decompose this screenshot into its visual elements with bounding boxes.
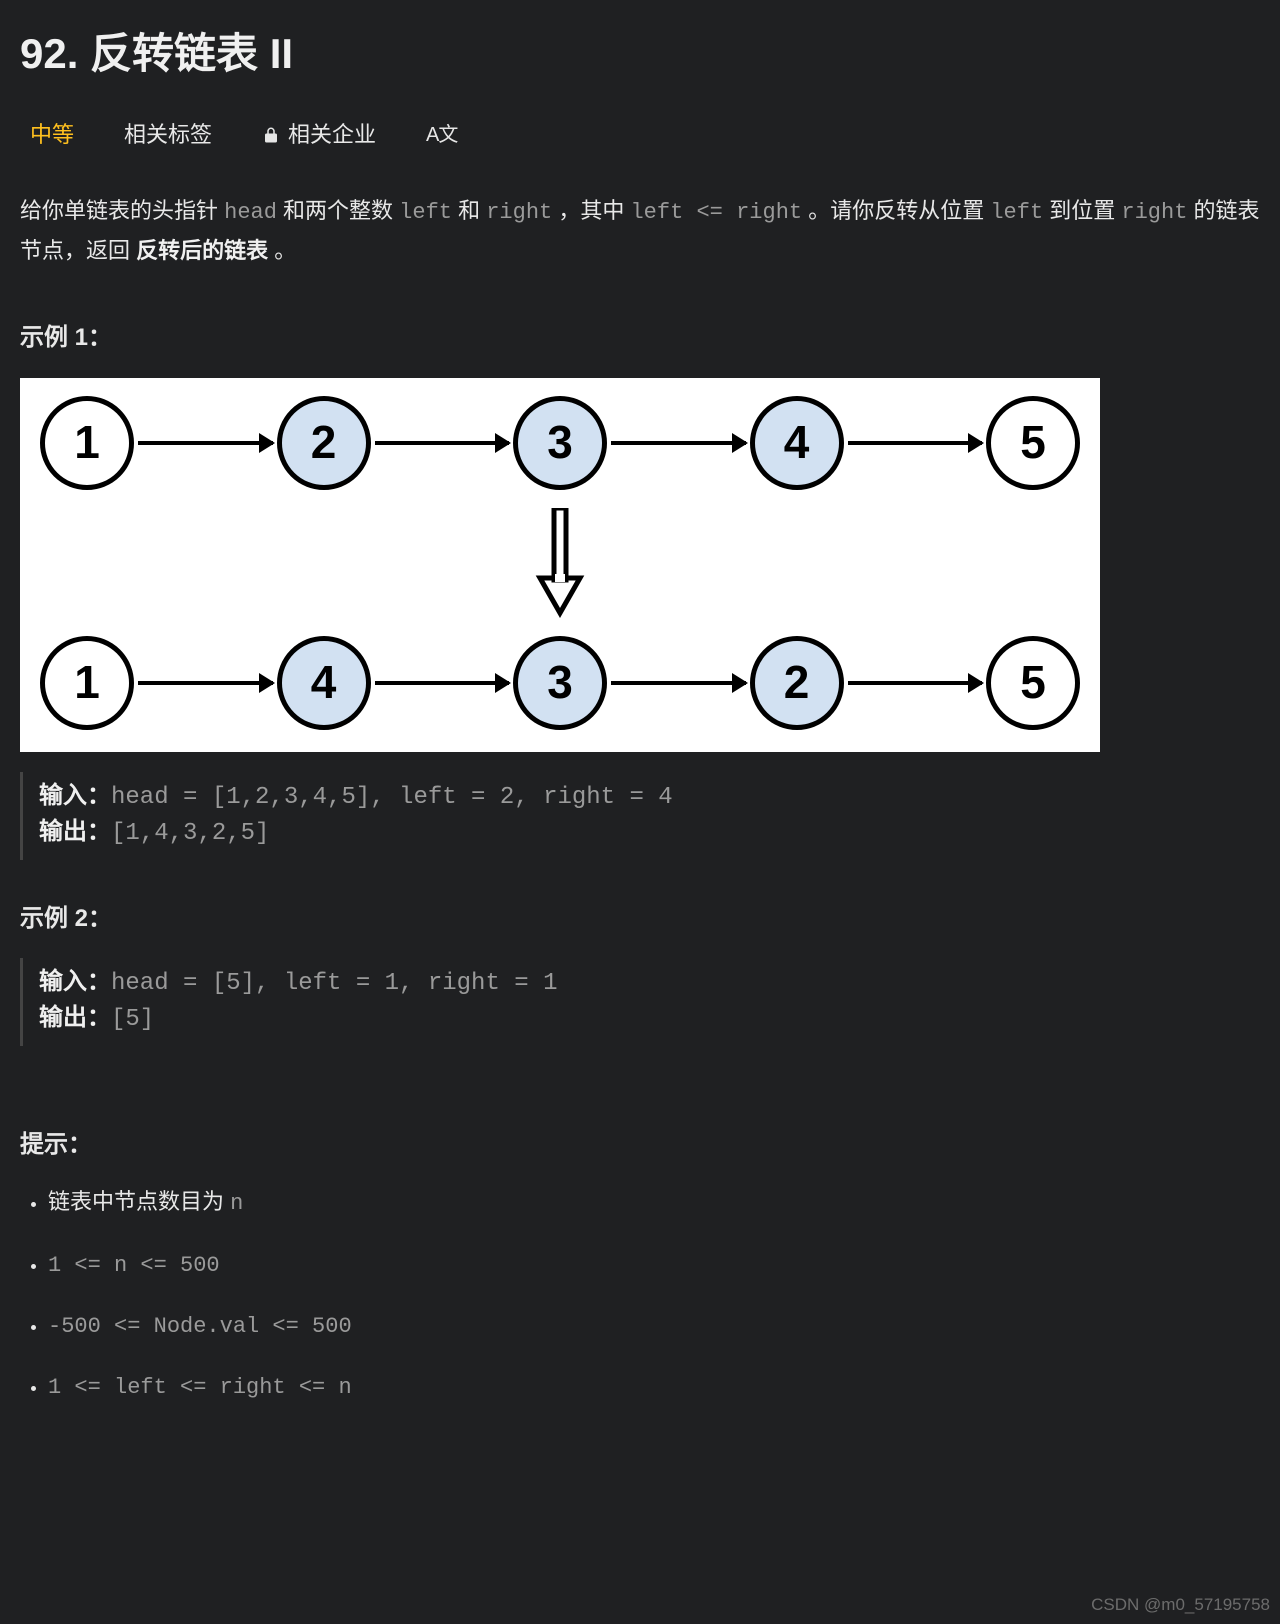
- example2-heading: 示例 2：: [20, 900, 1260, 938]
- arrow-icon: [375, 441, 510, 445]
- example1-io: 输入：head = [1,2,3,4,5], left = 2, right =…: [20, 772, 1260, 860]
- linked-list-node: 5: [986, 396, 1080, 490]
- linked-list-node: 1: [40, 636, 134, 730]
- linked-list-node: 1: [40, 396, 134, 490]
- hints-section: 提示： 链表中节点数目为 n 1 <= n <= 500 -500 <= Node.…: [20, 1126, 1260, 1405]
- example1-heading: 示例 1：: [20, 319, 1260, 357]
- tab-bar: 中等 相关标签 相关企业 A文: [20, 117, 1260, 152]
- arrow-icon: [138, 441, 273, 445]
- problem-title: 92. 反转链表 II: [20, 20, 1260, 87]
- linked-list-node: 4: [277, 636, 371, 730]
- linked-list-node: 2: [750, 636, 844, 730]
- tab-translate[interactable]: A文: [426, 119, 457, 151]
- tab-companies-label: 相关企业: [288, 117, 376, 152]
- linked-list-node: 3: [513, 396, 607, 490]
- down-arrow-icon: [535, 508, 585, 618]
- arrow-icon: [848, 441, 983, 445]
- hint-item: -500 <= Node.val <= 500: [48, 1309, 1260, 1344]
- arrow-icon: [611, 441, 746, 445]
- linked-list-node: 3: [513, 636, 607, 730]
- tab-difficulty[interactable]: 中等: [30, 117, 74, 152]
- lock-icon: [262, 126, 280, 144]
- problem-description: 给你单链表的头指针 head 和两个整数 left 和 right ，其中 le…: [20, 192, 1260, 269]
- arrow-icon: [375, 681, 510, 685]
- example1-diagram: 1 2 3 4 5 1 4 3 2 5: [20, 378, 1100, 752]
- tab-companies[interactable]: 相关企业: [262, 117, 376, 152]
- tab-tags[interactable]: 相关标签: [124, 117, 212, 152]
- hint-item: 1 <= left <= right <= n: [48, 1370, 1260, 1405]
- linked-list-node: 5: [986, 636, 1080, 730]
- hints-heading: 提示：: [20, 1126, 1260, 1164]
- hint-item: 链表中节点数目为 n: [48, 1184, 1260, 1221]
- arrow-icon: [848, 681, 983, 685]
- example2-io: 输入：head = [5], left = 1, right = 1 输出：[5…: [20, 958, 1260, 1046]
- linked-list-node: 4: [750, 396, 844, 490]
- linked-list-node: 2: [277, 396, 371, 490]
- translate-icon: A文: [426, 119, 457, 151]
- hint-item: 1 <= n <= 500: [48, 1248, 1260, 1283]
- arrow-icon: [611, 681, 746, 685]
- watermark: CSDN @m0_57195758: [1091, 1591, 1270, 1618]
- arrow-icon: [138, 681, 273, 685]
